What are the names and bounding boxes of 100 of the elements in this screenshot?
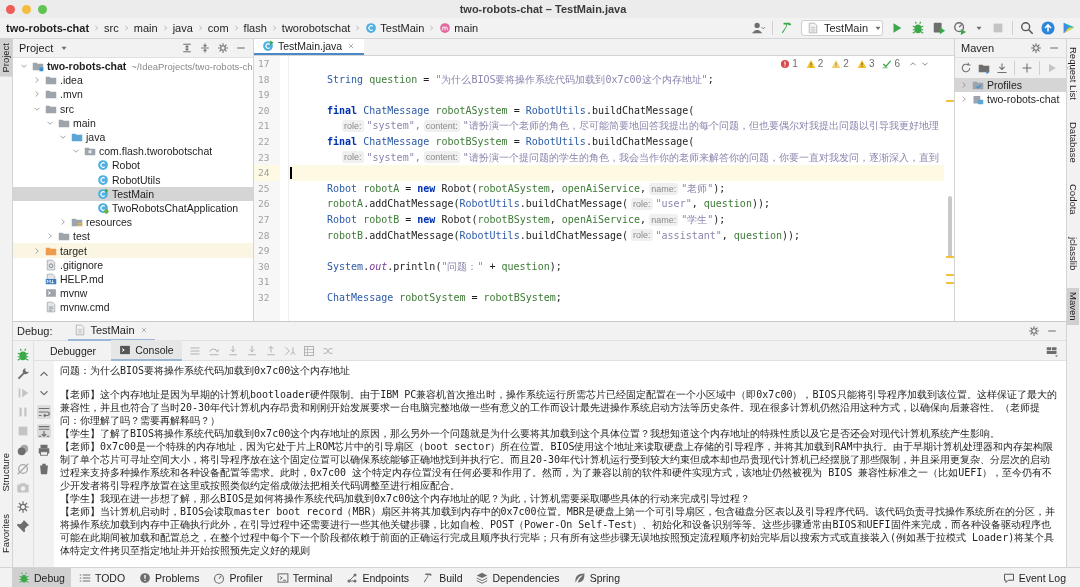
editor-tab[interactable]: TestMain.java	[254, 39, 365, 55]
refresh-icon[interactable]	[960, 62, 972, 74]
step-into-icon[interactable]	[226, 344, 239, 357]
breadcrumb-item[interactable]: com	[207, 22, 229, 34]
tool-window-tab[interactable]: Structure	[0, 449, 12, 496]
tool-window-tab[interactable]: Database	[1067, 117, 1079, 167]
tree-item[interactable]: java	[13, 129, 253, 145]
tool-window-button[interactable]: Profiler	[207, 568, 269, 587]
warning-icon[interactable]	[805, 58, 816, 69]
settings-icon[interactable]	[16, 500, 30, 514]
tool-window-button[interactable]: TODO	[72, 568, 132, 587]
inspection-count[interactable]: 6	[894, 58, 900, 69]
panel-title[interactable]: Project	[19, 42, 54, 54]
settings-icon[interactable]	[1028, 325, 1040, 337]
run-configuration-dropdown[interactable]: TestMain	[801, 20, 883, 36]
tool-window-button[interactable]: Terminal	[270, 568, 339, 587]
inspection-count[interactable]: 1	[792, 58, 798, 69]
print-icon[interactable]	[37, 443, 51, 457]
tree-item[interactable]: mvnw.cmd	[13, 300, 253, 315]
minimize-window-button[interactable]	[22, 4, 31, 14]
panel-tab[interactable]: Console	[111, 340, 182, 361]
stop-icon[interactable]	[991, 21, 1005, 35]
tree-item[interactable]: com.flash.tworobotschat	[13, 144, 253, 159]
tree-item[interactable]: test	[13, 229, 253, 244]
list-icon[interactable]	[188, 344, 201, 357]
tool-window-tab[interactable]: Codota	[1067, 180, 1079, 220]
tree-item[interactable]: two-robots-chat ~/IdeaProjects/two-robots-ch	[13, 59, 253, 74]
tool-window-button[interactable]: Problems	[133, 568, 206, 587]
tool-window-button[interactable]: Spring	[567, 568, 626, 587]
layout-icon[interactable]	[1046, 344, 1058, 357]
bug-icon[interactable]	[911, 21, 925, 35]
tree-item[interactable]: main	[13, 115, 253, 130]
tree-item[interactable]: resources	[13, 215, 253, 230]
scroll-to-end-icon[interactable]	[37, 424, 51, 438]
stop-icon[interactable]	[16, 424, 30, 438]
tree-item[interactable]: TestMain	[13, 186, 253, 201]
breadcrumb-item[interactable]: TestMain	[380, 22, 425, 34]
tool-window-tab[interactable]: Favorites	[0, 509, 12, 557]
tool-window-tab[interactable]: Maven	[1067, 288, 1079, 325]
tree-item[interactable]: .idea	[13, 73, 253, 88]
trash-icon[interactable]	[37, 462, 51, 476]
step-out-icon[interactable]	[264, 344, 277, 357]
camera-icon[interactable]	[16, 481, 30, 495]
breadcrumb-item[interactable]: two-robots-chat	[6, 22, 90, 34]
breadcrumb-item[interactable]: main	[454, 22, 479, 34]
expand-all-icon[interactable]	[181, 42, 193, 54]
update-icon[interactable]	[1041, 21, 1055, 35]
breakpoints-icon[interactable]	[16, 443, 30, 457]
plus-icon[interactable]	[1021, 62, 1033, 74]
tool-window-tab[interactable]: jclasslib	[1067, 233, 1079, 275]
folder-icon[interactable]	[978, 62, 990, 74]
collapse-all-icon[interactable]	[199, 42, 211, 54]
wrench-icon[interactable]	[16, 367, 30, 381]
close-window-button[interactable]	[6, 4, 15, 14]
tree-item[interactable]: Profiles	[955, 78, 1066, 93]
inspection-count[interactable]: 3	[868, 58, 875, 69]
settings-icon[interactable]	[217, 42, 229, 54]
tree-item[interactable]: TwoRobotsChatApplication	[13, 200, 253, 216]
tree-item[interactable]: .gitignore	[13, 257, 253, 272]
bug-icon[interactable]	[16, 348, 30, 362]
breadcrumb-item[interactable]: java	[172, 22, 193, 34]
event-log-button[interactable]: Event Log	[996, 568, 1072, 587]
run-icon[interactable]	[1046, 62, 1058, 74]
hammer-icon[interactable]	[780, 21, 794, 35]
warning-icon[interactable]	[856, 58, 867, 69]
table-icon[interactable]	[302, 344, 315, 357]
tool-window-button[interactable]: Endpoints	[340, 568, 416, 587]
tree-item[interactable]: target	[13, 243, 253, 258]
coverage-icon[interactable]	[932, 21, 946, 35]
pin-icon[interactable]	[16, 519, 30, 533]
breadcrumb-item[interactable]: main	[133, 22, 158, 34]
breadcrumb-item[interactable]: flash	[243, 22, 267, 34]
tree-item[interactable]: Robot	[13, 158, 253, 173]
error-icon[interactable]	[780, 58, 791, 69]
inspection-count[interactable]: 2	[817, 58, 824, 69]
panel-tab[interactable]: Debugger	[42, 341, 105, 360]
tree-item[interactable]: src	[13, 101, 253, 116]
user-icon[interactable]	[751, 21, 765, 35]
warning-icon[interactable]	[831, 58, 842, 69]
tool-window-tab[interactable]: Request List	[1067, 43, 1079, 104]
mute-breakpoints-icon[interactable]	[16, 462, 30, 476]
inspection-count[interactable]: 2	[843, 58, 849, 69]
scrollbar-thumb[interactable]	[948, 196, 952, 258]
breadcrumb-item[interactable]: tworobotschat	[281, 22, 351, 34]
soft-wrap-icon[interactable]	[37, 405, 51, 419]
search-icon[interactable]	[1020, 21, 1034, 35]
run-to-cursor-icon[interactable]	[283, 344, 296, 357]
tool-window-button[interactable]: Dependencies	[470, 568, 566, 587]
profiler-icon[interactable]	[953, 21, 967, 35]
toolbox-icon[interactable]	[1062, 21, 1076, 35]
tree-item[interactable]: mvnw	[13, 286, 253, 301]
breadcrumb-item[interactable]: src	[104, 22, 119, 34]
settings-icon[interactable]	[1030, 42, 1042, 54]
tool-window-tab[interactable]: Project	[0, 39, 12, 77]
resume-icon[interactable]	[16, 386, 30, 400]
download-icon[interactable]	[996, 62, 1008, 74]
zoom-window-button[interactable]	[38, 4, 47, 14]
tool-window-button[interactable]: Debug	[12, 568, 71, 587]
check-icon[interactable]	[882, 58, 893, 69]
force-step-into-icon[interactable]	[245, 344, 258, 357]
